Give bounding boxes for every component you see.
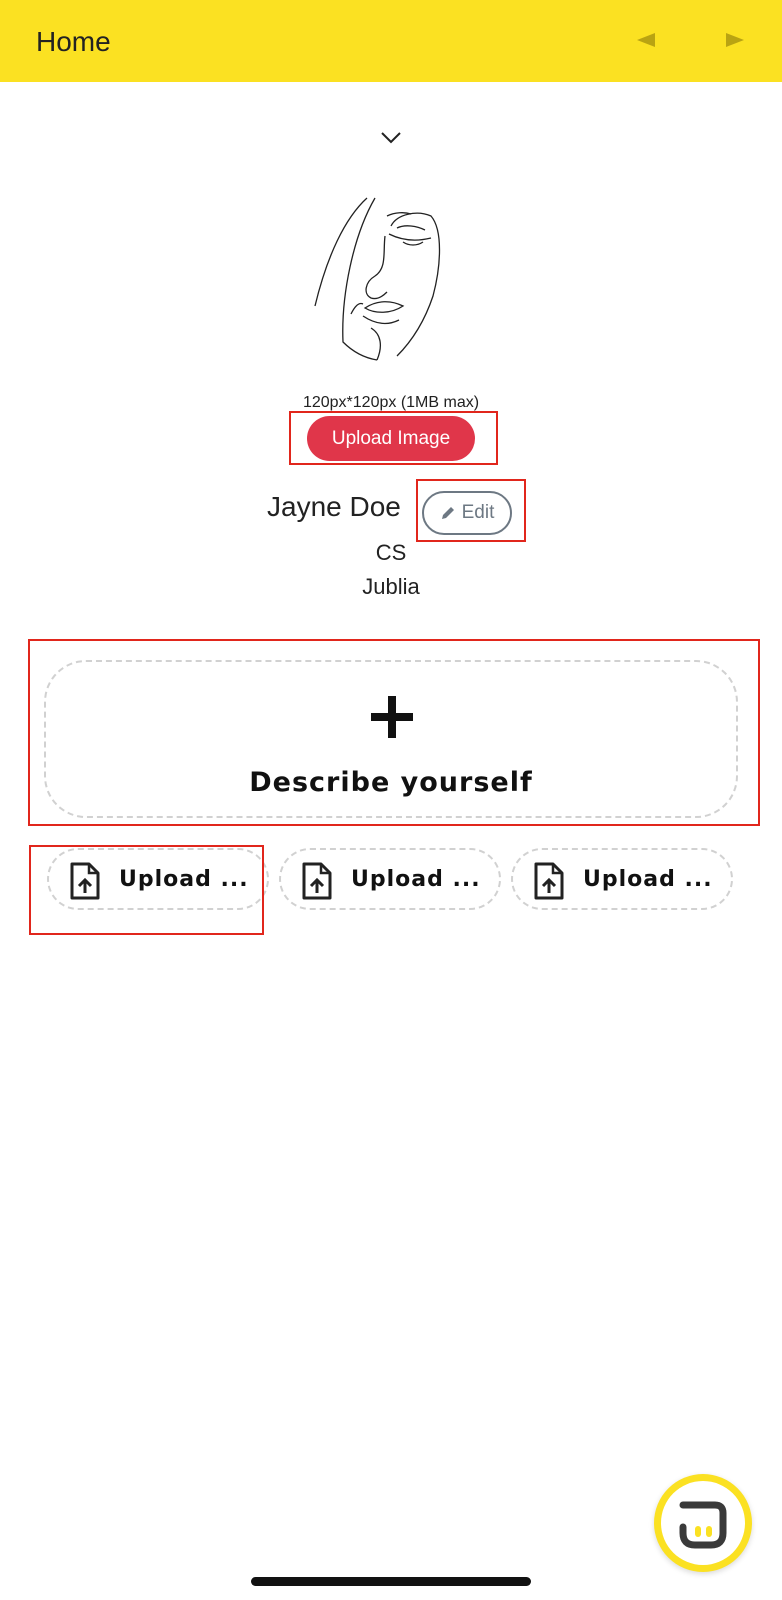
home-indicator bbox=[251, 1577, 531, 1586]
upload-file-label: Upload ... bbox=[119, 867, 249, 892]
jublia-logo-icon bbox=[679, 1501, 727, 1549]
pencil-icon bbox=[441, 507, 454, 519]
chevron-down-icon[interactable] bbox=[380, 128, 402, 146]
edit-profile-button[interactable]: Edit bbox=[422, 491, 512, 535]
fab-inner bbox=[661, 1481, 745, 1565]
profile-company: Jublia bbox=[362, 574, 420, 599]
plus-icon bbox=[371, 696, 413, 738]
image-size-hint: 120px*120px (1MB max) bbox=[302, 394, 480, 411]
file-upload-icon bbox=[302, 862, 332, 900]
jublia-logo-button[interactable] bbox=[654, 1474, 752, 1572]
file-upload-icon bbox=[70, 862, 100, 900]
upload-file-button-1[interactable]: Upload ... bbox=[47, 848, 269, 910]
describe-yourself-card[interactable]: Describe yourself bbox=[44, 660, 738, 818]
forward-arrow-icon[interactable] bbox=[726, 33, 744, 47]
upload-file-label: Upload ... bbox=[583, 867, 713, 892]
avatar bbox=[314, 197, 441, 361]
page-title: Home bbox=[36, 26, 111, 57]
upload-file-label: Upload ... bbox=[351, 867, 481, 892]
describe-yourself-label: Describe yourself bbox=[249, 767, 533, 798]
profile-department: CS bbox=[375, 540, 407, 565]
file-upload-icon bbox=[534, 862, 564, 900]
top-bar: Home bbox=[0, 0, 782, 82]
back-arrow-icon[interactable] bbox=[637, 33, 655, 47]
edit-label: Edit bbox=[461, 502, 495, 523]
upload-file-button-2[interactable]: Upload ... bbox=[279, 848, 501, 910]
profile-page: Home 120px*120px (1MB max) Upload Image … bbox=[0, 0, 782, 1600]
profile-name: Jayne Doe bbox=[267, 491, 401, 522]
upload-image-button[interactable]: Upload Image bbox=[307, 416, 475, 461]
upload-file-button-3[interactable]: Upload ... bbox=[511, 848, 733, 910]
